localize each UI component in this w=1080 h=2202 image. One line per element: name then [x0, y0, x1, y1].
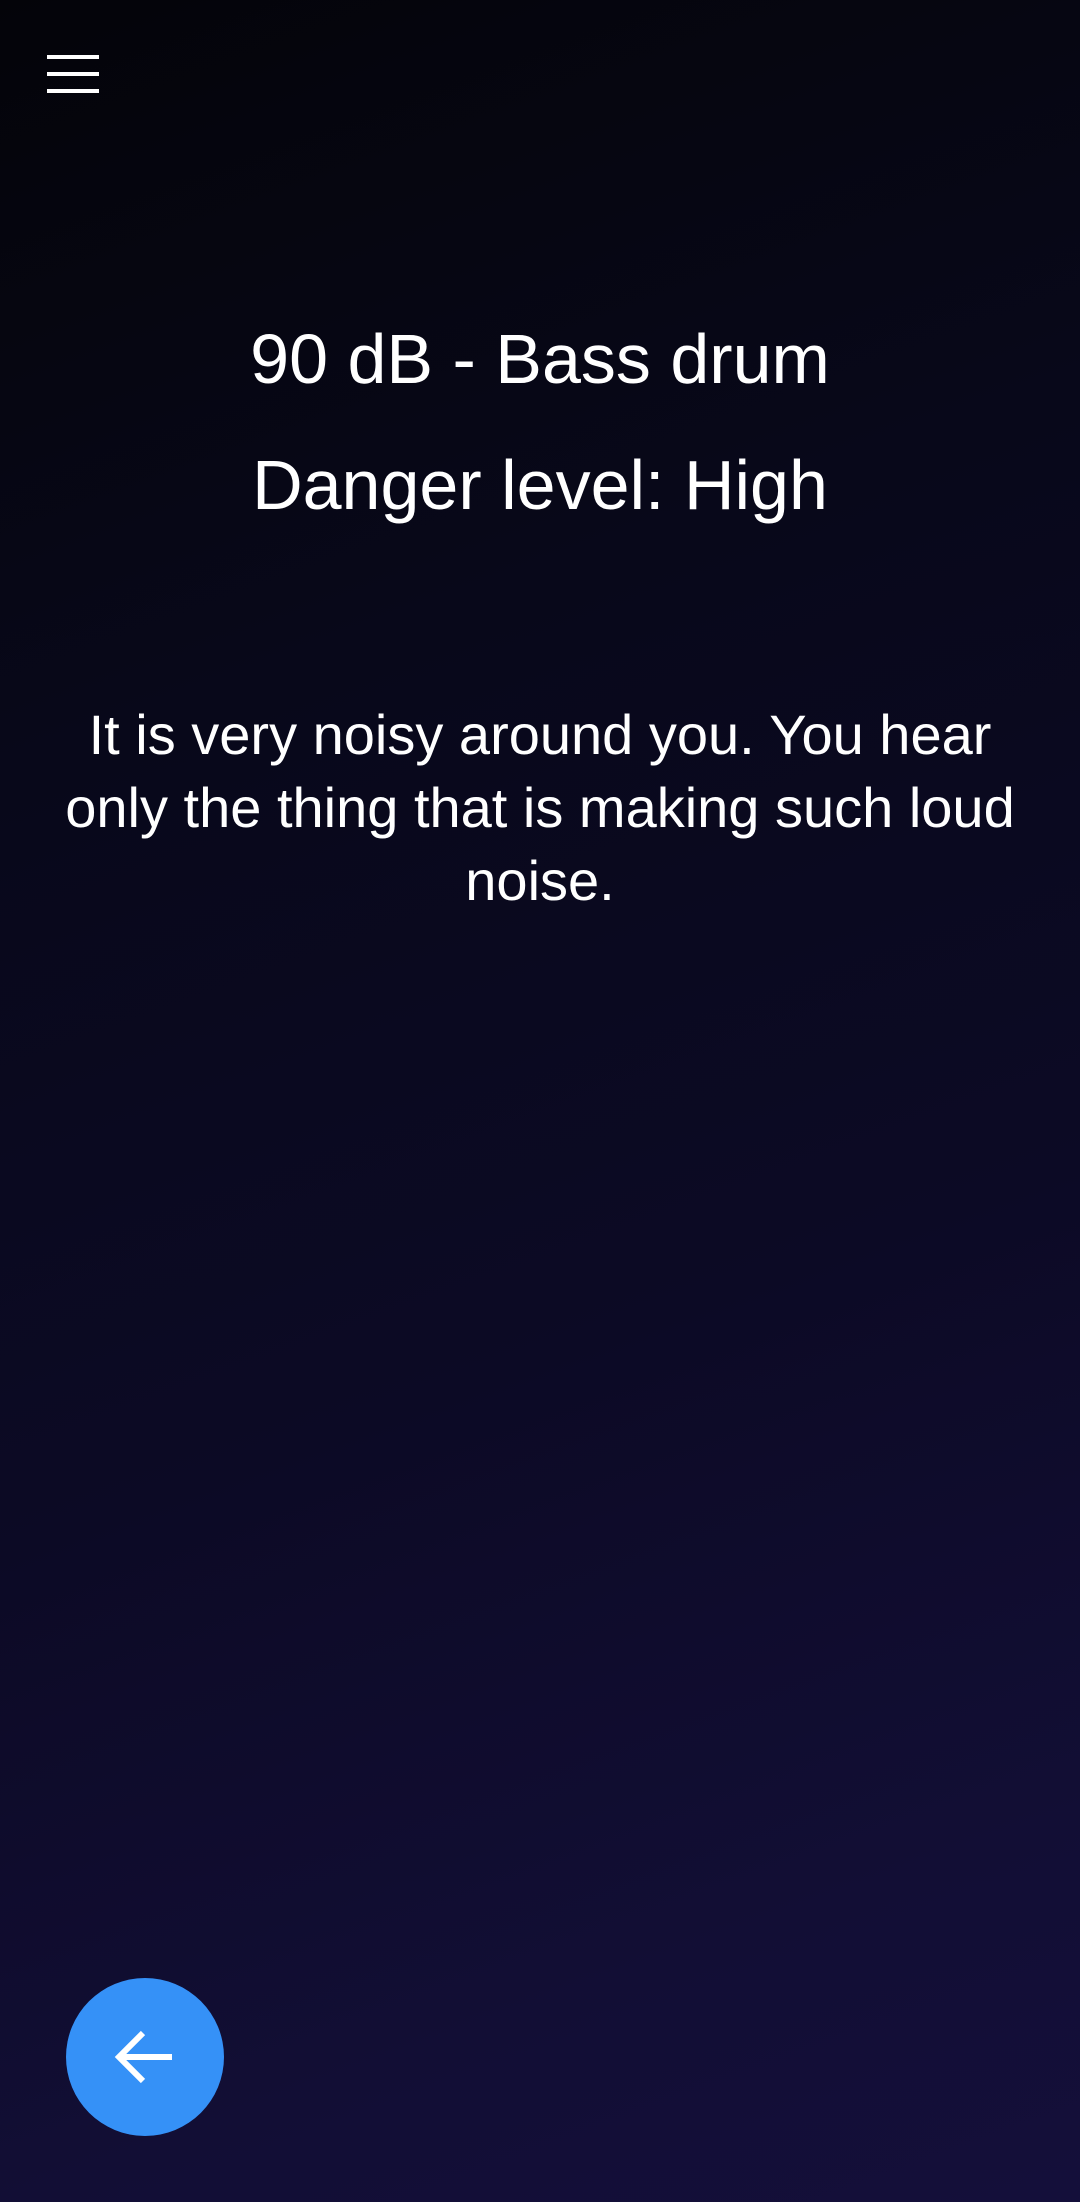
back-button[interactable] [66, 1978, 224, 2136]
menu-button[interactable] [38, 44, 108, 104]
arrow-back-icon [114, 2028, 176, 2086]
danger-level-label: Danger level: High [252, 446, 828, 524]
menu-icon [47, 55, 99, 93]
sound-level-title: 90 dB - Bass drum [250, 320, 830, 398]
sound-description: It is very noisy around you. You hear on… [65, 703, 1015, 912]
